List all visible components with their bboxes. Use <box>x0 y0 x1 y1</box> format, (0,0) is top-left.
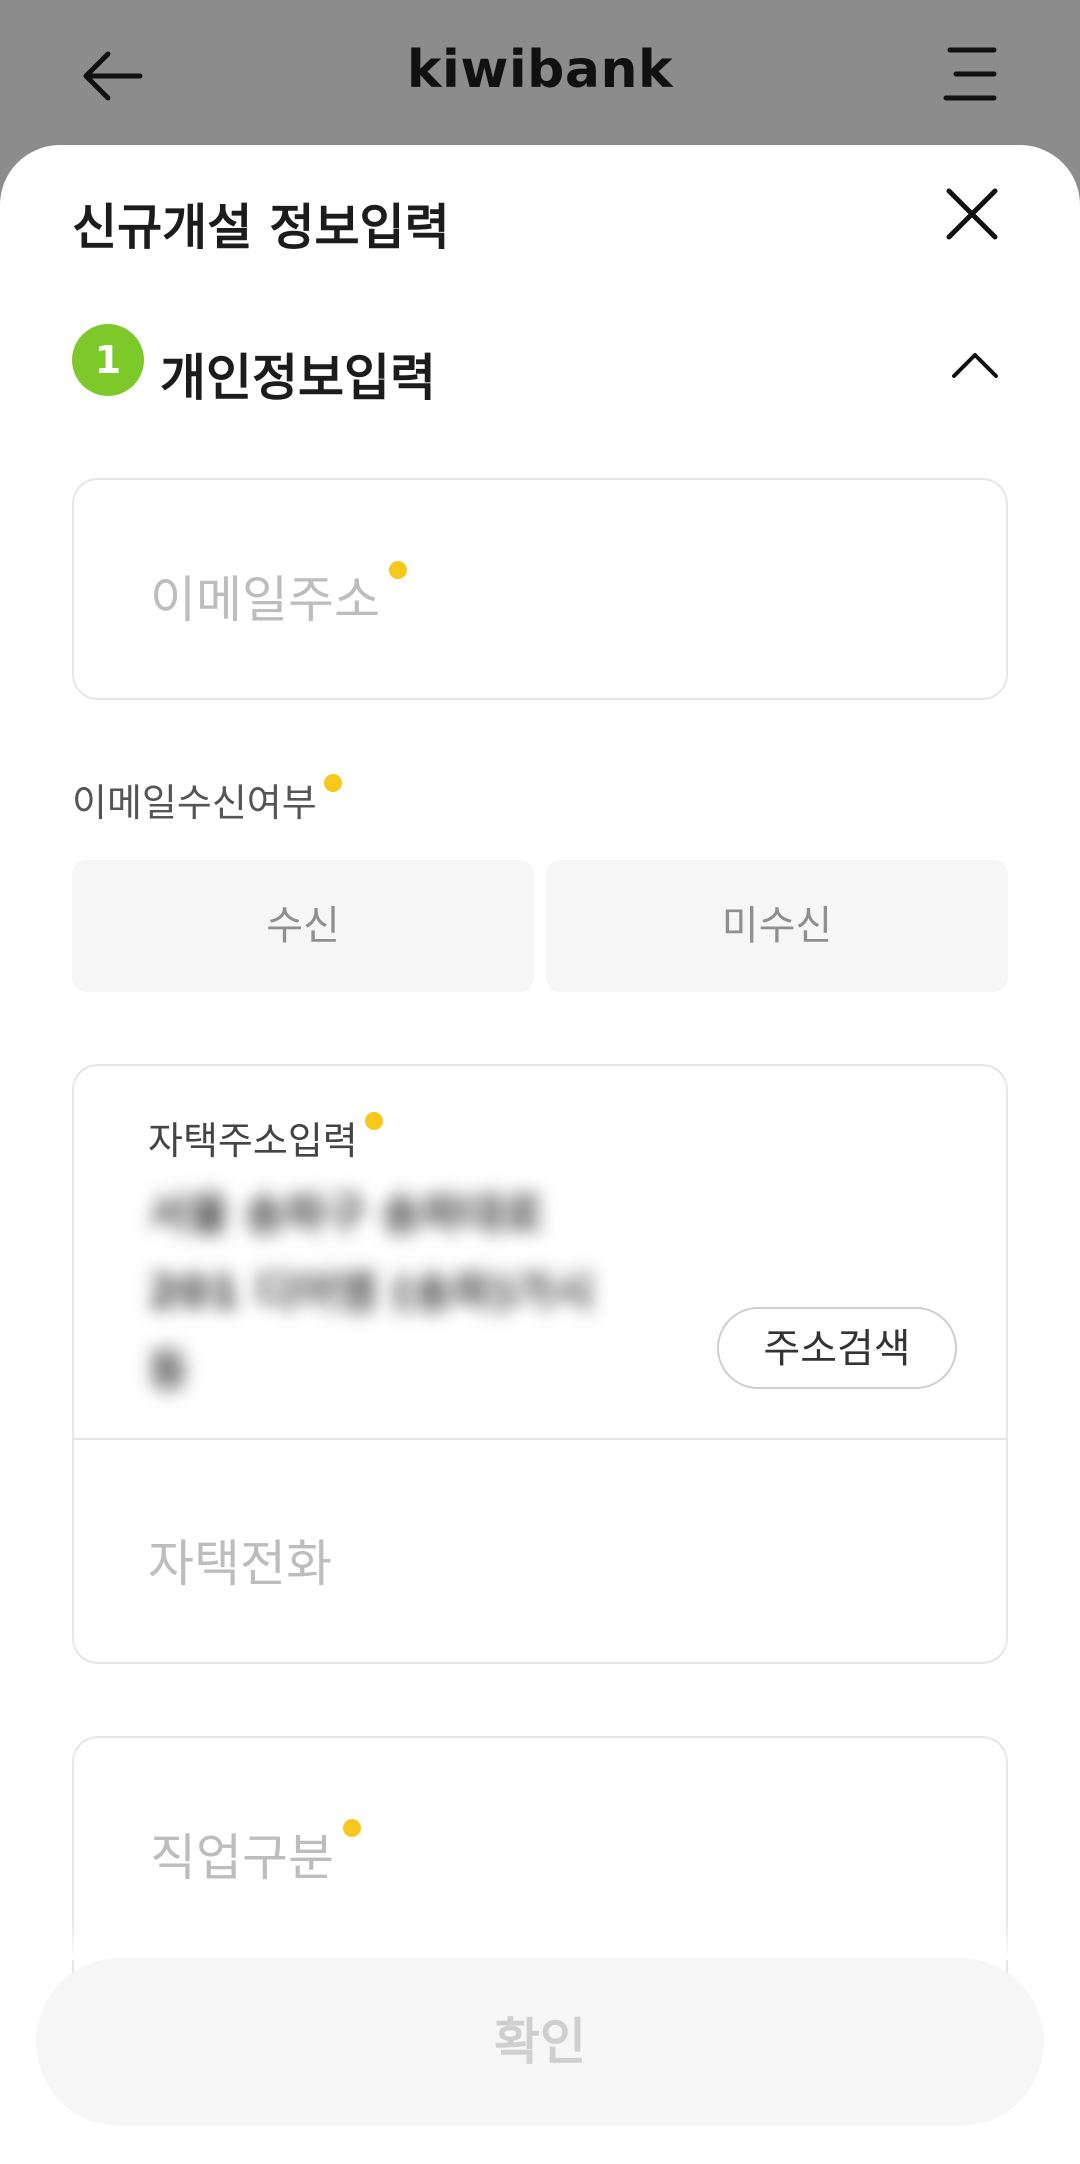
required-dot <box>364 1112 383 1130</box>
confirm-button[interactable]: 확인 <box>36 1958 1044 2126</box>
email-placeholder-text: 이메일주소 <box>150 571 380 629</box>
email-field[interactable]: 이메일주소 <box>72 478 1008 700</box>
required-dot <box>323 774 342 792</box>
address-divider <box>74 1438 1006 1440</box>
section-title: 개인정보입력 <box>160 349 436 407</box>
chevron-up-icon <box>952 353 998 378</box>
receive-option-yes[interactable]: 수신 <box>72 860 534 992</box>
address-line-1: 서울 송파구 송파대로 <box>148 1189 543 1240</box>
job-type-placeholder: 직업구분 <box>150 1818 362 1890</box>
address-search-button[interactable]: 주소검색 <box>717 1307 957 1389</box>
home-phone-placeholder: 자택전화 <box>148 1535 332 1593</box>
address-line-3: 동 <box>148 1345 189 1396</box>
email-receive-label: 이메일수신여부 <box>72 772 342 827</box>
job-type-placeholder-text: 직업구분 <box>150 1829 334 1887</box>
close-icon <box>946 188 998 240</box>
email-placeholder: 이메일주소 <box>150 560 408 632</box>
section-collapse-button[interactable] <box>950 350 1000 380</box>
sheet-title: 신규개설 정보입력 <box>72 199 450 256</box>
menu-icon <box>943 47 997 101</box>
email-receive-label-text: 이메일수신여부 <box>72 781 317 825</box>
brand-title: kiwibank <box>406 40 674 100</box>
required-dot <box>343 1819 362 1837</box>
required-dot <box>389 561 408 579</box>
receive-option-no[interactable]: 미수신 <box>546 860 1008 992</box>
step-number-badge: 1 <box>72 324 144 396</box>
menu-button[interactable] <box>942 44 1002 104</box>
address-label: 자택주소입력 <box>148 1110 383 1165</box>
home-phone-field[interactable]: 자택전화 <box>148 1524 332 1596</box>
address-line-2: 201 디어엠 (송파)가시 <box>148 1267 595 1318</box>
close-button[interactable] <box>944 186 1000 242</box>
bottom-fade <box>0 1920 1080 1960</box>
address-label-text: 자택주소입력 <box>148 1119 358 1163</box>
